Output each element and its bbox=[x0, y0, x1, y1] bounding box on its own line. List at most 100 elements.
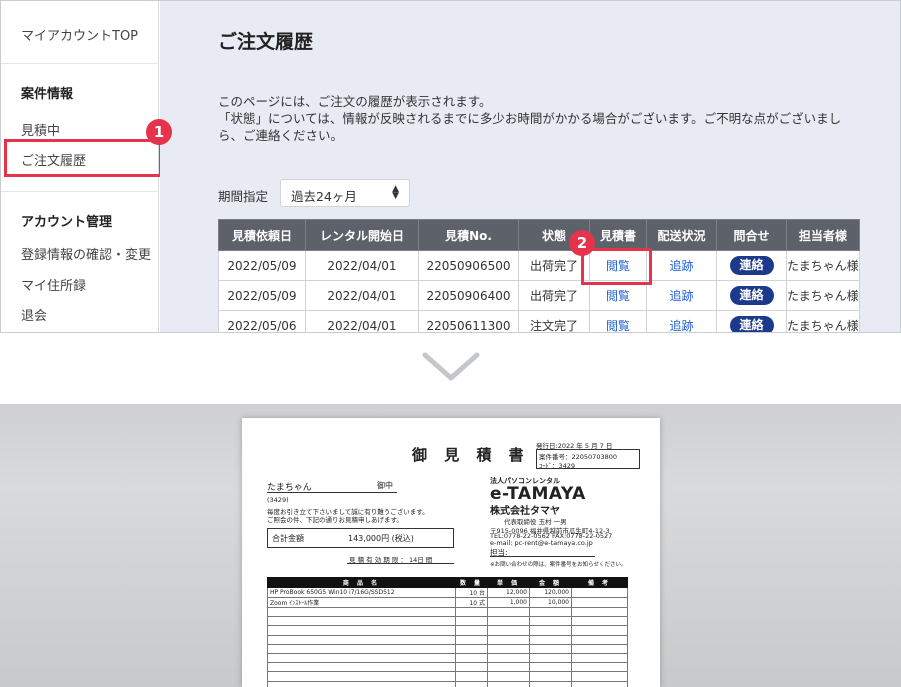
table-row-empty bbox=[267, 606, 628, 618]
item-qty: 10 台 bbox=[455, 587, 488, 598]
sidebar-section-account: アカウント管理 bbox=[21, 215, 113, 230]
step-badge-2: 2 bbox=[569, 230, 595, 256]
sidebar-item-address-book[interactable]: マイ住所録 bbox=[21, 275, 86, 294]
table-row-empty bbox=[267, 652, 628, 664]
empty-cell bbox=[267, 606, 456, 618]
table-row: 2022/05/06 2022/04/01 22050611300 注文完了 閲… bbox=[218, 310, 860, 332]
column-header: 見積No. bbox=[418, 219, 519, 251]
items-column-header: 商 品 名 bbox=[267, 577, 456, 588]
empty-cell bbox=[455, 625, 488, 636]
empty-cell bbox=[455, 634, 488, 645]
select-arrows-icon: ▲ ▼ bbox=[392, 184, 399, 201]
empty-cell bbox=[529, 671, 572, 682]
empty-cell bbox=[455, 671, 488, 682]
table-row-empty bbox=[267, 643, 628, 654]
contact-button[interactable]: 連絡 bbox=[729, 316, 774, 332]
empty-cell bbox=[529, 652, 572, 664]
main-content: ご注文履歴 このページには、ご注文の履歴が表示されます。 「状態」については、情… bbox=[160, 1, 900, 332]
table-row: 2022/05/09 2022/04/01 22050906500 出荷完了 閲… bbox=[218, 250, 860, 281]
track-shipping-link[interactable]: 追跡 bbox=[646, 310, 717, 332]
empty-cell bbox=[487, 643, 530, 654]
empty-cell bbox=[529, 643, 572, 654]
empty-cell bbox=[455, 680, 488, 687]
chevron-down-icon bbox=[422, 352, 480, 381]
request-date: 2022/05/09 bbox=[218, 250, 306, 281]
column-header: レンタル開始日 bbox=[305, 219, 419, 251]
empty-cell bbox=[487, 680, 530, 687]
sidebar-item-quotes[interactable]: 見積中 bbox=[21, 120, 60, 139]
empty-cell bbox=[571, 606, 628, 618]
empty-cell bbox=[455, 643, 488, 654]
empty-cell bbox=[529, 616, 572, 627]
empty-cell bbox=[267, 652, 456, 664]
sidebar: マイアカウントTOP 案件情報 見積中 ご注文履歴 アカウント管理 登録情報の確… bbox=[1, 1, 162, 332]
order-history-screenshot: マイアカウントTOP 案件情報 見積中 ご注文履歴 アカウント管理 登録情報の確… bbox=[0, 0, 901, 333]
table-row: HP ProBook 650G5 Win10 i7/16G/SSD512 10 … bbox=[267, 587, 628, 598]
status: 出荷完了 bbox=[518, 280, 590, 311]
empty-cell bbox=[571, 616, 628, 627]
empty-cell bbox=[487, 652, 530, 664]
empty-cell bbox=[267, 680, 456, 687]
track-shipping-link[interactable]: 追跡 bbox=[646, 280, 717, 311]
empty-cell bbox=[267, 643, 456, 654]
brand-logo: e-TAMAYA bbox=[490, 484, 586, 504]
person-in-charge: たまちゃん様 bbox=[786, 280, 860, 311]
sidebar-item-mypage-top[interactable]: マイアカウントTOP bbox=[21, 25, 138, 44]
table-row: Zoom ｲﾝｽﾄｰﾙ作業 10 式 1,000 10,000 bbox=[267, 597, 628, 608]
item-note bbox=[571, 587, 628, 598]
period-select-value: 過去24ヶ月 bbox=[291, 189, 357, 204]
view-quote-link[interactable]: 閲覧 bbox=[589, 310, 647, 332]
table-row: 2022/05/09 2022/04/01 22050906400 出荷完了 閲… bbox=[218, 280, 860, 311]
table-header-row: 見積依頼日 レンタル開始日 見積No. 状態 見積書 配送状況 問合せ 担当者様 bbox=[218, 219, 860, 251]
empty-cell bbox=[487, 606, 530, 618]
item-name: HP ProBook 650G5 Win10 i7/16G/SSD512 bbox=[267, 587, 456, 598]
underline bbox=[490, 556, 595, 557]
page-title: ご注文履歴 bbox=[218, 31, 314, 53]
period-select[interactable]: 過去24ヶ月 ▲ ▼ bbox=[280, 179, 410, 207]
rental-start-date: 2022/04/01 bbox=[305, 310, 419, 332]
highlight-box-view-quote bbox=[581, 248, 652, 285]
empty-cell bbox=[455, 616, 488, 627]
empty-cell bbox=[267, 625, 456, 636]
divider bbox=[1, 63, 158, 64]
quote-number: 22050611300 bbox=[418, 310, 519, 332]
column-header: 問合せ bbox=[716, 219, 787, 251]
empty-cell bbox=[267, 671, 456, 682]
contact-cell: 連絡 bbox=[716, 310, 787, 332]
rental-start-date: 2022/04/01 bbox=[305, 280, 419, 311]
empty-cell bbox=[529, 625, 572, 636]
sidebar-item-withdraw[interactable]: 退会 bbox=[21, 305, 47, 324]
order-history-table: 見積依頼日 レンタル開始日 見積No. 状態 見積書 配送状況 問合せ 担当者様… bbox=[218, 219, 860, 332]
column-header: 見積依頼日 bbox=[218, 219, 306, 251]
view-quote-link[interactable]: 閲覧 bbox=[589, 280, 647, 311]
track-shipping-link[interactable]: 追跡 bbox=[646, 250, 717, 281]
underline bbox=[267, 492, 397, 493]
empty-cell bbox=[487, 625, 530, 636]
quote-number: 22050906400 bbox=[418, 280, 519, 311]
contact-button[interactable]: 連絡 bbox=[729, 286, 774, 305]
empty-cell bbox=[455, 662, 488, 673]
root: マイアカウントTOP 案件情報 見積中 ご注文履歴 アカウント管理 登録情報の確… bbox=[0, 0, 901, 687]
contact-cell: 連絡 bbox=[716, 250, 787, 281]
empty-cell bbox=[571, 643, 628, 654]
table-row-empty bbox=[267, 662, 628, 673]
highlight-box-order-history bbox=[4, 139, 162, 177]
items-column-header: 金 額 bbox=[529, 577, 572, 588]
empty-cell bbox=[529, 662, 572, 673]
underline bbox=[347, 563, 454, 564]
table-row-empty bbox=[267, 680, 628, 687]
empty-cell bbox=[487, 634, 530, 645]
item-amount: 120,000 bbox=[529, 587, 572, 598]
total-value: 143,000円 (税込) bbox=[348, 534, 414, 543]
column-header: 見積書 bbox=[589, 219, 647, 251]
column-header: 担当者様 bbox=[786, 219, 860, 251]
contact-button[interactable]: 連絡 bbox=[729, 256, 774, 275]
empty-cell bbox=[571, 671, 628, 682]
sidebar-item-account-info[interactable]: 登録情報の確認・変更 bbox=[21, 244, 151, 263]
empty-cell bbox=[571, 625, 628, 636]
item-name: Zoom ｲﾝｽﾄｰﾙ作業 bbox=[267, 597, 456, 608]
empty-cell bbox=[529, 606, 572, 618]
table-row-empty bbox=[267, 616, 628, 627]
case-number-box: 案件番号：22050703800 ｺｰﾄﾞ：3429 bbox=[536, 449, 640, 470]
items-column-header: 備 考 bbox=[571, 577, 628, 588]
